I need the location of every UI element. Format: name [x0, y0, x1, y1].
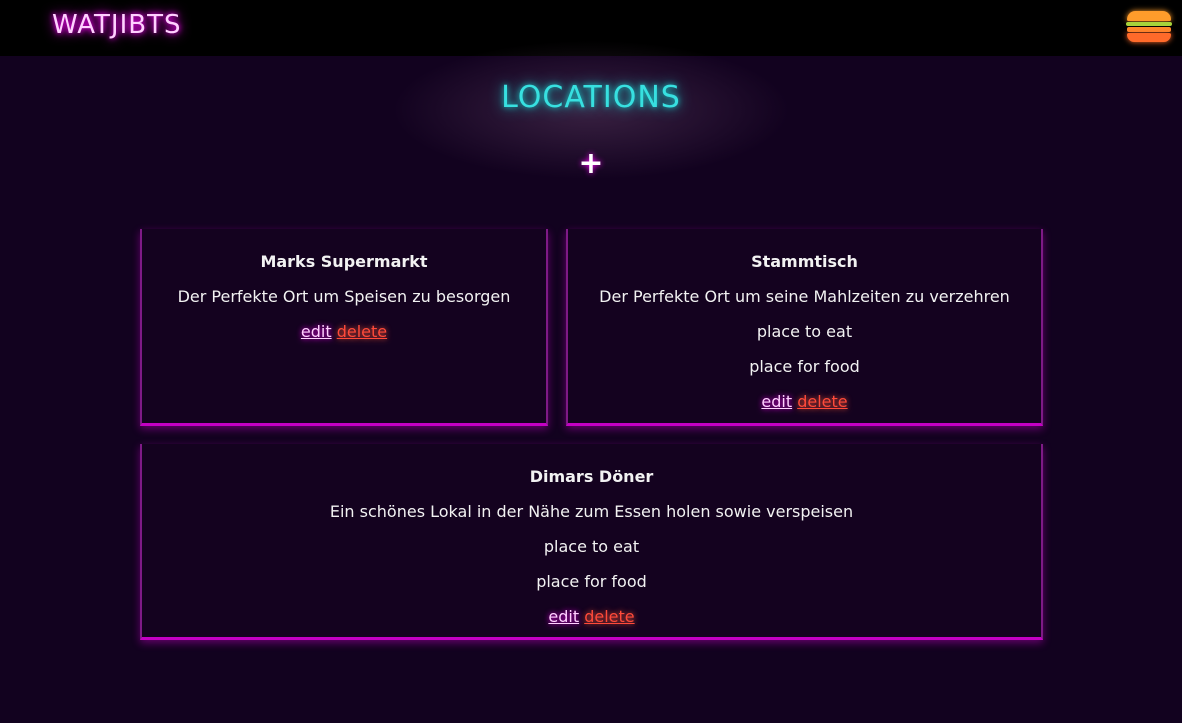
- add-location-button[interactable]: +: [576, 146, 606, 184]
- brand-logo[interactable]: WATJIBTS: [52, 10, 182, 40]
- location-actions: edit delete: [568, 392, 1041, 412]
- location-card: Stammtisch Der Perfekte Ort um seine Mah…: [566, 229, 1043, 426]
- burger-patty: [1127, 27, 1171, 32]
- location-tag: place for food: [536, 572, 647, 591]
- burger-bun-bottom: [1127, 33, 1171, 42]
- location-tag: place for food: [749, 357, 860, 376]
- location-tag: place to eat: [756, 322, 853, 341]
- location-name: Dimars Döner: [529, 467, 654, 486]
- location-card: Dimars Döner Ein schönes Lokal in der Nä…: [140, 444, 1043, 640]
- location-description: Ein schönes Lokal in der Nähe zum Essen …: [329, 502, 854, 521]
- top-navbar: WATJIBTS: [0, 0, 1182, 56]
- location-card: Marks Supermarkt Der Perfekte Ort um Spe…: [140, 229, 548, 426]
- location-actions: edit delete: [142, 607, 1041, 627]
- edit-link[interactable]: edit: [301, 322, 332, 341]
- location-actions: edit delete: [142, 322, 546, 342]
- delete-link[interactable]: delete: [797, 392, 847, 411]
- edit-link[interactable]: edit: [761, 392, 792, 411]
- page-title: LOCATIONS: [501, 80, 681, 115]
- location-description: Der Perfekte Ort um Speisen zu besorgen: [177, 287, 511, 306]
- burger-lettuce: [1126, 22, 1172, 26]
- location-name: Stammtisch: [751, 252, 858, 271]
- location-description: Der Perfekte Ort um seine Mahlzeiten zu …: [599, 287, 1010, 306]
- edit-link[interactable]: edit: [548, 607, 579, 626]
- hamburger-icon[interactable]: [1126, 9, 1172, 45]
- delete-link[interactable]: delete: [584, 607, 634, 626]
- location-name: Marks Supermarkt: [260, 252, 428, 271]
- delete-link[interactable]: delete: [337, 322, 387, 341]
- burger-bun-top: [1127, 11, 1171, 21]
- location-tag: place to eat: [543, 537, 640, 556]
